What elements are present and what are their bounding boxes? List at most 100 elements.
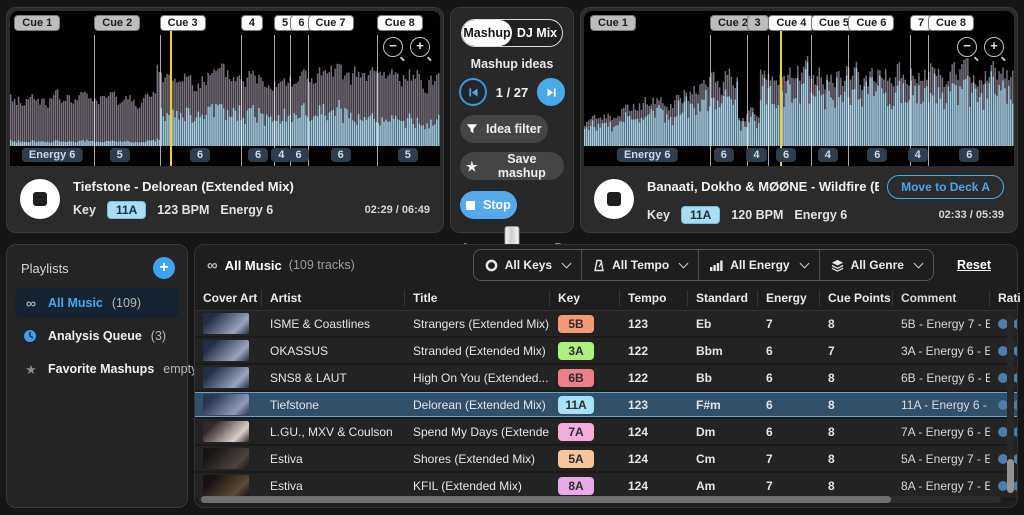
deck-b-bpm: 120 BPM xyxy=(731,208,783,222)
comment-cell: 8A - Energy 7 - Enco... xyxy=(893,479,990,493)
filter-all-keys[interactable]: All Keys xyxy=(474,250,581,280)
deck-b-key-badge: 11A xyxy=(681,206,720,224)
tempo-cell: 124 xyxy=(620,479,688,493)
column-header-artist[interactable]: Artist xyxy=(262,290,405,306)
table-header-row: Cover ArtArtistTitleKeyTempoStandardEner… xyxy=(195,285,1017,311)
filter-all-energy[interactable]: All Energy xyxy=(698,250,818,280)
cue-points-cell: 8 xyxy=(820,452,893,466)
cue-marker[interactable]: Cue 3 xyxy=(160,15,206,31)
deck-a-playhead[interactable] xyxy=(170,21,172,166)
tab-dj-mix[interactable]: DJ Mix xyxy=(512,20,562,46)
skip-next-icon xyxy=(545,86,558,99)
table-row[interactable]: ISME & CoastlinesStrangers (Extended Mix… xyxy=(195,311,1017,338)
zoom-in-icon[interactable]: + xyxy=(410,37,430,57)
mashup-control-panel: Mashup DJ Mix Mashup ideas 1 / 27 Idea f… xyxy=(450,7,574,233)
column-header-tempo[interactable]: Tempo xyxy=(620,290,688,306)
energy-badge: 5 xyxy=(110,148,130,162)
sidebar-item-count: empty xyxy=(163,362,197,376)
column-header-key[interactable]: Key xyxy=(550,290,620,306)
tab-mashup[interactable]: Mashup xyxy=(462,20,512,46)
key-cell: 11A xyxy=(550,396,620,414)
genre-layers-icon xyxy=(831,259,844,272)
save-mashup-button[interactable]: ★ Save mashup xyxy=(460,152,564,180)
table-row[interactable]: TiefstoneDelorean (Extended Mix)11A123F#… xyxy=(195,392,1017,419)
deck-b-waveform[interactable]: Cue 1Cue 23Cue 4Cue 5Cue 67Cue 8 Energy … xyxy=(584,11,1014,166)
cue-marker[interactable]: 4 xyxy=(241,15,263,31)
standard-key-cell: F#m xyxy=(688,398,758,412)
column-header-cover-art[interactable]: Cover Art xyxy=(195,290,262,306)
cue-marker[interactable]: Cue 6 xyxy=(848,15,894,31)
cue-marker[interactable]: Cue 8 xyxy=(928,15,974,31)
deck-a-waveform[interactable]: Cue 1Cue 2Cue 3456Cue 7Cue 8 Energy 6566… xyxy=(10,11,440,166)
comment-cell: 5B - Energy 7 - Enco... xyxy=(893,317,990,331)
deck-a-stop-button[interactable] xyxy=(20,179,60,219)
chevron-down-icon xyxy=(914,259,924,269)
column-header-cue-points[interactable]: Cue Points xyxy=(820,290,893,306)
key-badge: 5A xyxy=(558,450,594,468)
table-row[interactable]: L.GU., MXV & CoulsonSpend My Days (Exten… xyxy=(195,419,1017,446)
deck-b-panel: Cue 1Cue 23Cue 4Cue 5Cue 67Cue 8 Energy … xyxy=(580,7,1018,233)
horizontal-scrollbar[interactable] xyxy=(199,496,1001,503)
cue-marker[interactable]: 3 xyxy=(747,15,769,31)
table-row[interactable]: SNS8 & LAUTHigh On You (Extended...6B122… xyxy=(195,365,1017,392)
vertical-scrollbar-thumb[interactable] xyxy=(1007,459,1014,493)
stop-square-icon xyxy=(607,192,621,206)
deck-a-bpm: 123 BPM xyxy=(157,203,209,217)
cover-art-cell xyxy=(195,367,262,388)
next-idea-button[interactable] xyxy=(537,78,565,106)
chevron-down-icon xyxy=(679,259,689,269)
comment-cell: 7A - Energy 6 - Enco... xyxy=(893,425,990,439)
sidebar-item-analysis-queue[interactable]: Analysis Queue(3) xyxy=(15,321,179,351)
reset-filters-button[interactable]: Reset xyxy=(957,258,991,272)
vertical-scrollbar[interactable] xyxy=(1007,313,1014,493)
cue-marker[interactable]: Cue 2 xyxy=(94,15,140,31)
zoom-in-icon[interactable]: + xyxy=(984,37,1004,57)
horizontal-scrollbar-thumb[interactable] xyxy=(201,496,891,503)
key-wheel-icon xyxy=(485,259,498,272)
cue-marker[interactable]: Cue 1 xyxy=(590,15,636,31)
filter-label: All Genre xyxy=(851,258,904,272)
energy-badge: 4 xyxy=(908,148,928,162)
idea-filter-button[interactable]: Idea filter xyxy=(460,115,548,143)
cue-marker[interactable]: Cue 8 xyxy=(377,15,423,31)
deck-b-energy: Energy 6 xyxy=(794,208,847,222)
cover-art xyxy=(203,367,249,388)
previous-idea-button[interactable] xyxy=(459,78,487,106)
deck-b-track-title: Banaati, Dokho & MØØNE - Wildfire (Exten… xyxy=(647,179,879,194)
deck-b-playhead[interactable] xyxy=(780,21,782,166)
column-header-title[interactable]: Title xyxy=(405,290,550,306)
cue-marker[interactable]: Cue 1 xyxy=(14,15,60,31)
column-header-comment[interactable]: Comment xyxy=(893,290,990,306)
table-row[interactable]: EstivaShores (Extended Mix)5A124Cm785A -… xyxy=(195,446,1017,473)
filter-all-tempo[interactable]: All Tempo xyxy=(581,250,698,280)
comment-cell: 6B - Energy 6 - Enco... xyxy=(893,371,990,385)
energy-badge: Energy 6 xyxy=(617,148,677,162)
sidebar-item-favorite-mashups[interactable]: ★Favorite Mashupsempty xyxy=(15,354,179,384)
music-library-panel: ∞ All Music (109 tracks) All KeysAll Tem… xyxy=(194,244,1018,508)
playlists-sidebar: Playlists + ∞All Music(109)Analysis Queu… xyxy=(6,244,188,508)
cue-points-cell: 8 xyxy=(820,425,893,439)
deck-b-time: 02:33 / 05:39 xyxy=(939,209,1004,221)
deck-b-stop-button[interactable] xyxy=(594,179,634,219)
zoom-out-icon[interactable]: − xyxy=(957,37,977,57)
key-cell: 7A xyxy=(550,423,620,441)
library-track-count: (109 tracks) xyxy=(289,258,355,272)
key-cell: 6B xyxy=(550,369,620,387)
cover-art xyxy=(203,448,249,469)
table-row[interactable]: OKASSUSStranded (Extended Mix)3A122Bbm67… xyxy=(195,338,1017,365)
mode-tabs: Mashup DJ Mix xyxy=(461,19,563,47)
stop-playback-button[interactable]: Stop xyxy=(460,191,517,219)
cue-marker[interactable]: Cue 4 xyxy=(768,15,814,31)
sidebar-item-all-music[interactable]: ∞All Music(109) xyxy=(15,288,179,318)
key-badge: 3A xyxy=(558,342,594,360)
move-to-deck-a-button[interactable]: Move to Deck A xyxy=(887,175,1004,199)
add-playlist-button[interactable]: + xyxy=(153,257,175,279)
zoom-out-icon[interactable]: − xyxy=(383,37,403,57)
column-header-energy[interactable]: Energy xyxy=(758,290,820,306)
cue-marker[interactable]: Cue 7 xyxy=(308,15,354,31)
column-header-standard[interactable]: Standard xyxy=(688,290,758,306)
key-cell: 5A xyxy=(550,450,620,468)
column-header-rati[interactable]: Rati xyxy=(990,290,1024,306)
filter-all-genre[interactable]: All Genre xyxy=(819,250,933,280)
cue-line xyxy=(811,35,812,166)
